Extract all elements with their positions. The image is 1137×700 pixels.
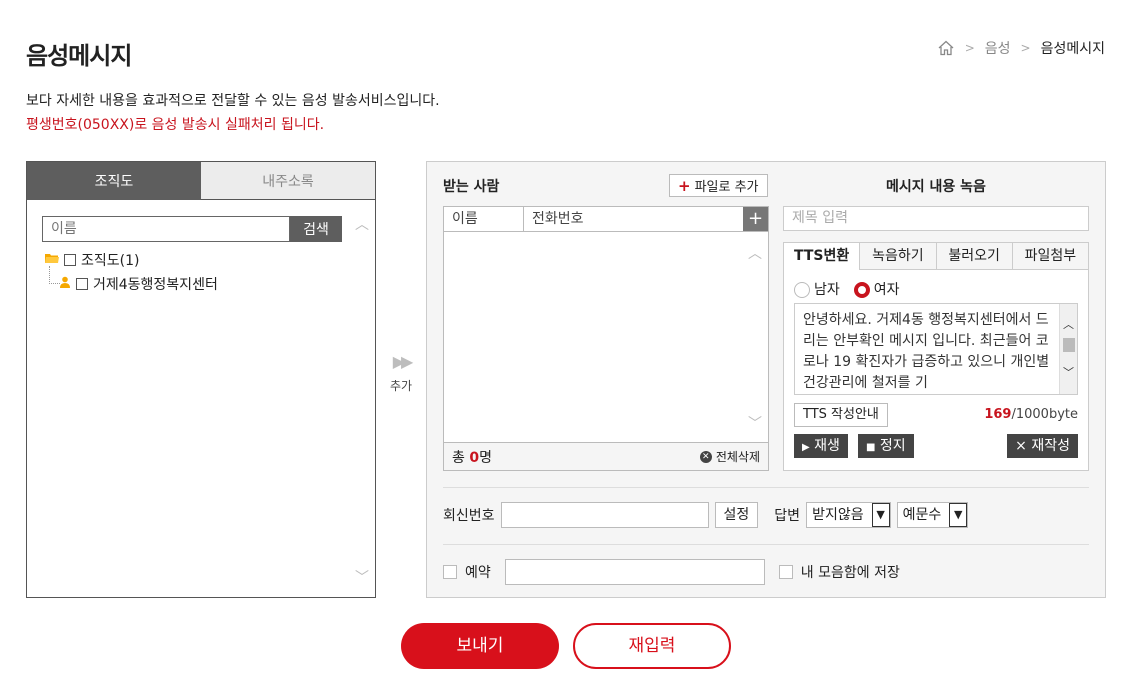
scroll-up-icon[interactable]: ︿	[748, 243, 762, 263]
reply-number-input[interactable]	[500, 502, 709, 528]
gender-radio-group: 남자 여자	[794, 279, 900, 299]
address-tabs: 조직도 내주소록	[27, 162, 375, 200]
reserve-input[interactable]	[504, 559, 765, 585]
chevron-down-icon: ▼	[949, 503, 968, 527]
file-add-button[interactable]: + 파일로 추가	[669, 174, 768, 197]
close-circle-icon: ✕	[699, 450, 712, 463]
reserve-checkbox[interactable]	[443, 565, 457, 579]
tab-tts[interactable]: TTS변환	[784, 243, 860, 270]
page-description: 보다 자세한 내용을 효과적으로 전달할 수 있는 음성 발송서비스입니다.	[26, 93, 440, 109]
add-recipient-button[interactable]: ▶▶ 추가	[386, 352, 416, 394]
play-button[interactable]: ▶ 재생	[794, 434, 848, 458]
message-title: 메시지 내용 녹음	[886, 179, 986, 195]
recipients-footer: 총 0명 ✕ 전체삭제	[444, 442, 768, 470]
scroll-down-icon[interactable]: ﹀	[748, 413, 762, 433]
tts-textarea[interactable]: 안녕하세요. 거제4동 행정복지센터에서 드리는 안부확인 메시지 입니다. 최…	[794, 303, 1078, 395]
breadcrumb-current: 음성메시지	[1040, 41, 1105, 57]
double-arrow-right-icon: ▶▶	[392, 352, 414, 371]
answer-select[interactable]: 받지않음 ▼	[806, 502, 891, 528]
tab-record[interactable]: 녹음하기	[859, 243, 936, 270]
scroll-thumb[interactable]	[1063, 338, 1075, 352]
chevron-down-icon[interactable]: ﹀	[1063, 362, 1074, 383]
org-tree: 조직도(1) 거제4동행정복지센터	[45, 248, 218, 296]
breadcrumb-separator-icon: >	[1020, 41, 1031, 55]
search-button[interactable]: 검색	[290, 216, 342, 242]
col-phone: 전화번호	[532, 211, 584, 227]
radio-female[interactable]: 여자	[853, 279, 900, 299]
tts-guide-button[interactable]: TTS 작성안내	[794, 403, 888, 427]
stop-icon: ■	[866, 442, 876, 453]
tab-load[interactable]: 불러오기	[935, 243, 1012, 270]
recipients-title: 받는 사람	[443, 179, 500, 195]
breadcrumb-separator-icon: >	[964, 41, 975, 55]
chevron-up-icon[interactable]: ︿	[1063, 314, 1074, 335]
reply-label: 회신번호	[443, 508, 495, 524]
warning-text: 평생번호(050XX)로 음성 발송시 실패처리 됩니다.	[26, 117, 325, 133]
add-row-icon[interactable]: +	[743, 207, 768, 231]
add-label: 추가	[389, 379, 413, 393]
sample-count-select[interactable]: 예문수 ▼	[896, 502, 969, 528]
send-button[interactable]: 보내기	[401, 623, 559, 669]
message-panel: 받는 사람 + 파일로 추가 이름 전화번호 + ︿ ﹀ 총 0명 ✕ 전체삭제…	[426, 161, 1106, 598]
chevron-down-icon: ▼	[871, 503, 890, 527]
radio-selected-icon	[853, 282, 870, 298]
name-search-input[interactable]	[42, 216, 290, 242]
stop-button[interactable]: ■ 정지	[858, 434, 914, 458]
regenerate-button[interactable]: × 재작성	[1007, 434, 1078, 458]
plus-icon: +	[678, 176, 691, 195]
subject-input[interactable]: 제목 입력	[783, 206, 1089, 231]
page-title: 음성메시지	[26, 42, 132, 70]
total-count: 총 0명	[452, 449, 492, 466]
byte-counter: 169/1000byte	[984, 407, 1078, 422]
tree-node-child[interactable]: 거제4동행정복지센터	[45, 266, 218, 296]
tree-node-label: 거제4동행정복지센터	[93, 277, 218, 293]
address-panel: 조직도 내주소록 검색 ︿ 조직도(1) 거제4동행정복지센터 ﹀	[26, 161, 376, 598]
reset-button[interactable]: 재입력	[573, 623, 731, 669]
tab-attach[interactable]: 파일첨부	[1011, 243, 1088, 270]
radio-male[interactable]: 남자	[794, 279, 840, 299]
tree-checkbox[interactable]	[64, 254, 76, 266]
person-icon	[59, 276, 71, 292]
breadcrumb: > 음성 > 음성메시지	[937, 38, 1105, 58]
reply-row: 회신번호 설정 답변 받지않음 ▼ 예문수 ▼	[443, 502, 969, 528]
close-icon: ×	[1015, 438, 1027, 454]
save-label: 내 모음함에 저장	[800, 565, 900, 581]
tab-my-contacts[interactable]: 내주소록	[201, 162, 375, 200]
home-icon[interactable]	[937, 39, 955, 57]
tab-org-chart[interactable]: 조직도	[27, 162, 201, 200]
recipients-header: 이름 전화번호 +	[444, 207, 768, 232]
play-icon: ▶	[802, 442, 810, 453]
reply-set-button[interactable]: 설정	[714, 502, 759, 528]
breadcrumb-item[interactable]: 음성	[985, 38, 1011, 58]
tree-node-root[interactable]: 조직도(1)	[45, 248, 218, 272]
message-tabs: TTS변환 녹음하기 불러오기 파일첨부	[784, 243, 1088, 270]
reserve-label: 예약	[465, 565, 491, 581]
search-row: 검색	[42, 216, 342, 242]
reserve-row: 예약 내 모음함에 저장	[443, 559, 900, 585]
radio-icon	[794, 282, 810, 298]
scroll-down-icon[interactable]: ﹀	[355, 567, 369, 587]
save-checkbox[interactable]	[778, 565, 793, 579]
recipients-table: 이름 전화번호 + ︿ ﹀ 총 0명 ✕ 전체삭제	[443, 206, 769, 471]
delete-all-button[interactable]: ✕ 전체삭제	[699, 448, 760, 465]
scroll-up-icon[interactable]: ︿	[355, 214, 369, 234]
divider	[443, 487, 1089, 488]
tts-box: TTS변환 녹음하기 불러오기 파일첨부 남자 여자 안녕하세요. 거제4동 행…	[783, 242, 1089, 471]
divider	[443, 544, 1089, 545]
file-add-label: 파일로 추가	[694, 180, 759, 195]
textarea-scrollbar[interactable]: ︿ ﹀	[1059, 304, 1077, 394]
col-name: 이름	[444, 207, 524, 231]
tree-node-label: 조직도(1)	[81, 253, 140, 269]
answer-label: 답변	[774, 508, 801, 524]
tree-checkbox[interactable]	[76, 278, 88, 290]
